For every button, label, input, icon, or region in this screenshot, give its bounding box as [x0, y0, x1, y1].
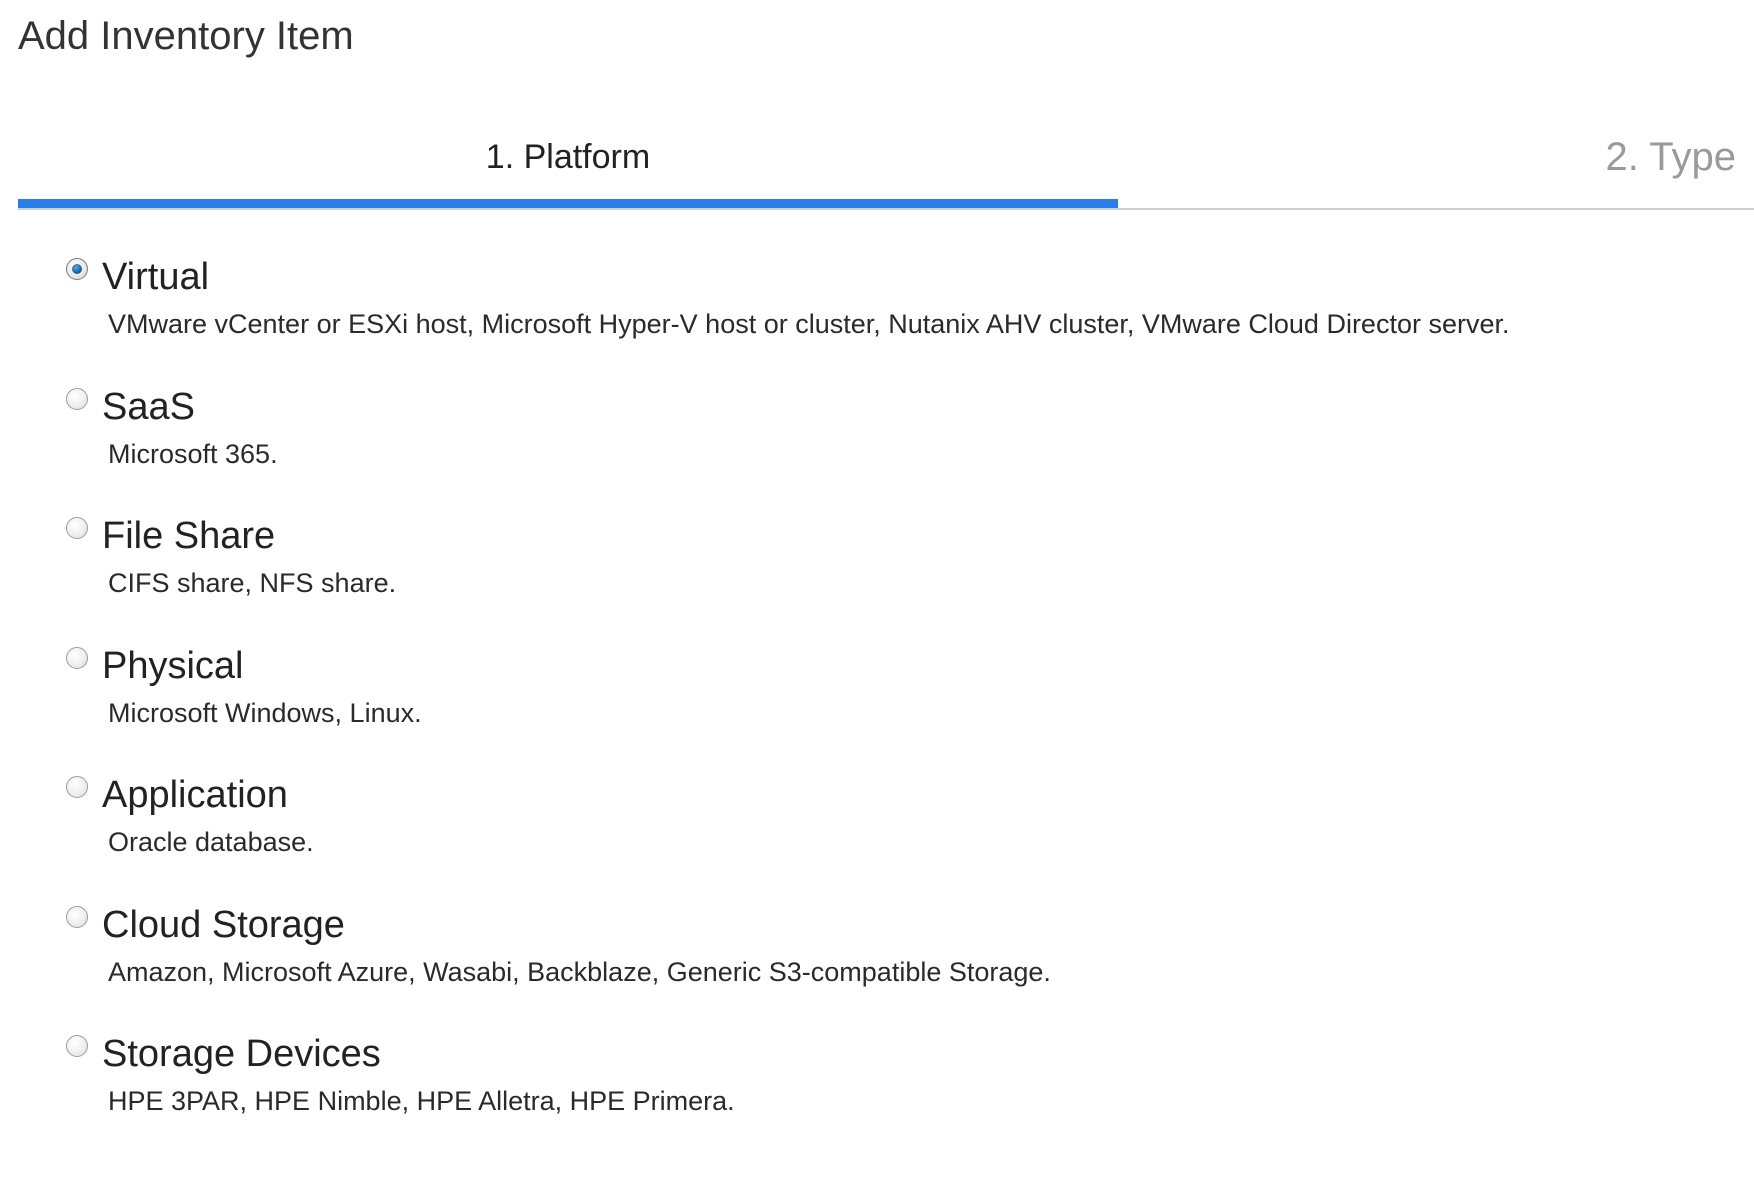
radio-application[interactable]: [66, 776, 88, 798]
radio-virtual[interactable]: [66, 258, 88, 280]
option-description: VMware vCenter or ESXi host, Microsoft H…: [108, 309, 1510, 339]
option-description: Microsoft Windows, Linux.: [108, 697, 422, 728]
radio-storage-devices[interactable]: [66, 1035, 88, 1057]
add-inventory-item-dialog: Add Inventory Item 1. Platform 2. Type V…: [0, 0, 1754, 1198]
radio-physical[interactable]: [66, 646, 88, 669]
platform-options: Virtual VMware vCenter or ESXi host, Mic…: [66, 254, 1716, 1161]
step-progress-bar: [18, 199, 1118, 208]
option-label[interactable]: File Share: [102, 513, 275, 559]
radio-cloud-storage[interactable]: [66, 905, 88, 928]
option-description: Microsoft 365.: [108, 438, 278, 469]
option-file-share: File Share CIFS share, NFS share.: [66, 513, 1716, 643]
option-description: Oracle database.: [108, 827, 314, 857]
option-application: Application Oracle database.: [66, 772, 1716, 902]
option-label[interactable]: Physical: [102, 643, 244, 689]
wizard-steps: 1. Platform 2. Type: [18, 118, 1754, 210]
option-description: Amazon, Microsoft Azure, Wasabi, Backbla…: [108, 956, 1051, 987]
option-description: CIFS share, NFS share.: [108, 568, 397, 598]
radio-file-share[interactable]: [66, 517, 88, 539]
option-virtual: Virtual VMware vCenter or ESXi host, Mic…: [66, 254, 1716, 384]
option-saas: SaaS Microsoft 365.: [66, 384, 1716, 514]
option-label[interactable]: Cloud Storage: [102, 902, 345, 948]
option-physical: Physical Microsoft Windows, Linux.: [66, 643, 1716, 773]
option-label[interactable]: Virtual: [102, 254, 209, 300]
radio-selected-dot: [72, 264, 82, 274]
option-storage-devices: Storage Devices HPE 3PAR, HPE Nimble, HP…: [66, 1031, 1716, 1161]
option-cloud-storage: Cloud Storage Amazon, Microsoft Azure, W…: [66, 902, 1716, 1032]
dialog-title: Add Inventory Item: [18, 14, 354, 58]
radio-saas[interactable]: [66, 387, 88, 410]
option-label[interactable]: SaaS: [102, 384, 195, 430]
step-type[interactable]: 2. Type: [1606, 132, 1736, 182]
option-label[interactable]: Storage Devices: [102, 1031, 381, 1077]
step-track: [18, 208, 1754, 210]
step-platform[interactable]: 1. Platform: [18, 132, 1118, 182]
option-label[interactable]: Application: [102, 772, 288, 818]
option-description: HPE 3PAR, HPE Nimble, HPE Alletra, HPE P…: [108, 1086, 735, 1116]
